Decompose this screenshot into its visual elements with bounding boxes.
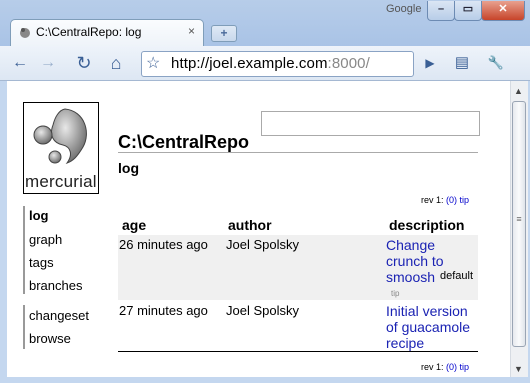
bookmark-star-icon[interactable]: ☆ (146, 53, 160, 73)
nav-branches[interactable]: branches (29, 278, 82, 293)
back-icon[interactable]: ← (8, 51, 32, 75)
search-input[interactable] (261, 111, 480, 136)
row-description-link[interactable]: Initial version of guacamole recipe (386, 303, 470, 351)
scrollbar-thumb[interactable] (512, 101, 526, 347)
tag-badge: tip (391, 289, 400, 298)
window-frame-bottom (0, 377, 530, 383)
page-menu-icon[interactable]: ▤ (450, 51, 474, 75)
row-description-link[interactable]: Change crunch to smoosh (386, 237, 444, 285)
go-icon[interactable]: ▶ (418, 51, 442, 75)
revnav-tip-link[interactable]: tip (460, 362, 470, 372)
row-author: Joel Spolsky (226, 237, 299, 252)
col-description-header: description (389, 217, 465, 233)
nav-tags[interactable]: tags (29, 255, 54, 270)
desc-line: Initial version (386, 303, 468, 319)
row-age: 27 minutes ago (119, 303, 208, 318)
tab-title: C:\CentralRepo: log (36, 25, 142, 39)
minimize-button[interactable]: – (427, 1, 455, 21)
forward-icon[interactable]: → (36, 51, 60, 75)
branch-badge: default (440, 270, 474, 282)
reload-icon[interactable]: ↻ (72, 51, 96, 75)
revnav-prefix: rev 1: (421, 362, 444, 372)
url-text[interactable]: http://joel.example.com:8000/ (171, 55, 370, 72)
window-frame-left (0, 81, 7, 383)
row-author: Joel Spolsky (226, 303, 299, 318)
new-tab-button[interactable]: + (211, 25, 237, 42)
col-author-header: author (228, 217, 272, 233)
revnav-count-link[interactable]: (0) (446, 362, 457, 372)
mercurial-droplet-icon (33, 108, 87, 164)
nav-graph[interactable]: graph (29, 232, 62, 247)
scroll-down-icon[interactable]: ▼ (510, 361, 527, 377)
close-window-button[interactable]: ✕ (481, 1, 525, 21)
revnav-bottom: rev 1: (0) tip (421, 362, 469, 372)
revnav-count-link[interactable]: (0) (446, 195, 457, 205)
page-title: log (118, 160, 139, 176)
nav-group-divider (23, 206, 25, 294)
tab-favicon-icon (20, 28, 30, 38)
revnav-prefix: rev 1: (421, 195, 444, 205)
row-age: 26 minutes ago (119, 237, 208, 252)
revnav-top: rev 1: (0) tip (421, 195, 469, 205)
home-icon[interactable]: ⌂ (104, 51, 128, 75)
desc-line: smoosh (386, 269, 436, 285)
table-bottom-line (118, 351, 478, 352)
nav-group-divider (23, 305, 25, 349)
tab-close-icon[interactable]: × (188, 24, 195, 38)
scrollbar-grip-icon: ≡ (516, 214, 522, 224)
nav-changeset[interactable]: changeset (29, 308, 89, 323)
maximize-button[interactable]: ▭ (454, 1, 482, 21)
scroll-up-icon[interactable]: ▲ (510, 83, 527, 99)
title-divider (118, 152, 478, 153)
url-host: http://joel.example.com (171, 55, 328, 72)
col-age-header: age (122, 217, 147, 233)
window-brand: Google (386, 3, 422, 15)
logo-text: mercurial (25, 172, 97, 191)
desc-line: of guacamole (386, 319, 471, 335)
revnav-tip-link[interactable]: tip (460, 195, 470, 205)
nav-browse[interactable]: browse (29, 331, 71, 346)
repo-title: C:\CentralRepo (118, 132, 250, 152)
nav-log[interactable]: log (29, 208, 49, 223)
desc-line: crunch to (386, 253, 444, 269)
desc-line: Change (386, 237, 436, 253)
tools-menu-icon[interactable]: 🔧 (484, 51, 508, 75)
desc-line: recipe (386, 335, 425, 351)
url-port: :8000/ (327, 55, 370, 72)
